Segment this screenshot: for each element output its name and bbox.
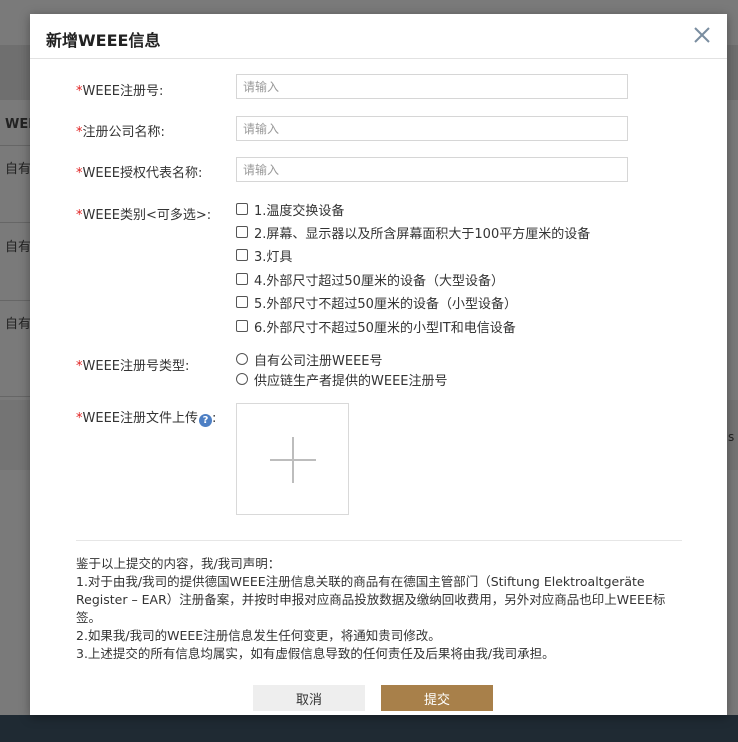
background-divider [0,145,30,146]
add-weee-dialog: 新增WEEE信息 *WEEE注册号: *注册公司名称: *WEEE授权代表名称:… [30,14,727,715]
company-name-label: *注册公司名称: [76,125,165,140]
category-label: *WEEE类别<可多选>: [76,208,212,223]
category-option-1[interactable]: 1.温度交换设备 [236,200,344,219]
checkbox[interactable] [236,249,248,261]
background-divider [0,396,30,397]
authorized-rep-label: *WEEE授权代表名称: [76,166,203,181]
background-row-1: 自有 [5,162,32,177]
close-icon [694,27,710,43]
checkbox[interactable] [236,273,248,285]
help-icon[interactable]: ? [199,414,212,427]
dialog-title: 新增WEEE信息 [46,31,161,50]
radio-button[interactable] [236,353,248,365]
category-option-6[interactable]: 6.外部尺寸不超过50厘米的小型IT和电信设备 [236,317,516,336]
upload-label: *WEEE注册文件上传?: [76,411,217,427]
registration-number-label: *WEEE注册号: [76,84,164,99]
submit-button[interactable]: 提交 [381,685,493,711]
file-upload-box[interactable] [236,403,349,515]
radio-button[interactable] [236,373,248,385]
category-option-3[interactable]: 3.灯具 [236,246,292,265]
registration-number-input[interactable] [236,74,628,99]
category-option-2[interactable]: 2.屏幕、显示器以及所含屏幕面积大于100平方厘米的设备 [236,223,590,242]
background-divider [0,222,30,223]
background-right-text: s [728,430,735,444]
category-option-4[interactable]: 4.外部尺寸超过50厘米的设备（大型设备） [236,270,504,289]
background-row-2: 自有 [5,240,32,255]
declaration-item-1: 1.对于由我/我司的提供德国WEEE注册信息关联的商品有在德国主管部门（Stif… [76,574,666,625]
number-type-option-own[interactable]: 自有公司注册WEEE号 [236,350,383,369]
background-footer-bar [0,715,738,742]
dialog-header: 新增WEEE信息 [30,14,727,59]
declaration-item-3: 3.上述提交的所有信息均属实，如有虚假信息导致的任何责任及后果将由我/我司承担。 [76,646,555,661]
checkbox[interactable] [236,296,248,308]
checkbox[interactable] [236,203,248,215]
authorized-rep-input[interactable] [236,157,628,182]
checkbox[interactable] [236,226,248,238]
declaration-item-2: 2.如果我/我司的WEEE注册信息发生任何变更，将通知贵司修改。 [76,628,441,643]
section-divider [76,540,682,541]
declaration-intro: 鉴于以上提交的内容，我/我司声明： [76,556,281,571]
checkbox[interactable] [236,320,248,332]
background-divider [0,300,30,301]
number-type-option-supplier[interactable]: 供应链生产者提供的WEEE注册号 [236,370,448,389]
plus-icon [292,437,294,483]
company-name-input[interactable] [236,116,628,141]
close-button[interactable] [691,24,713,46]
category-option-5[interactable]: 5.外部尺寸不超过50厘米的设备（小型设备） [236,293,517,312]
background-row-3: 自有 [5,317,32,332]
number-type-label: *WEEE注册号类型: [76,359,190,374]
cancel-button[interactable]: 取消 [253,685,365,711]
